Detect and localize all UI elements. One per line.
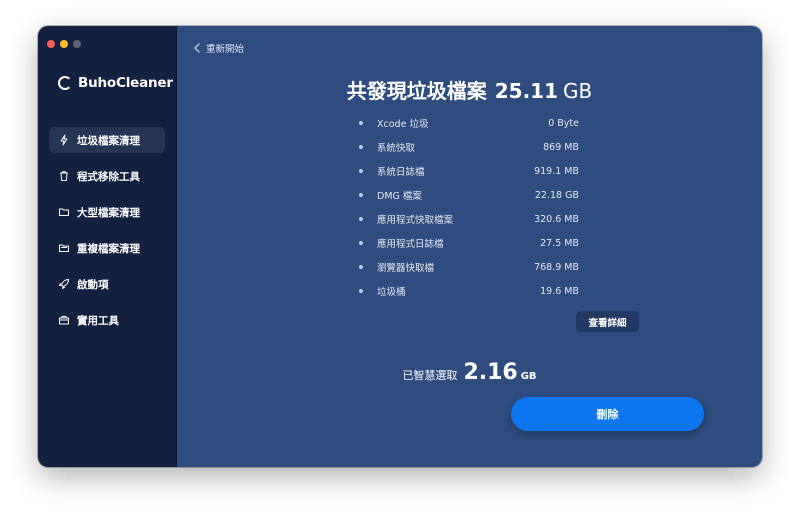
sidebar-item-label: 啟動項 — [77, 278, 109, 291]
list-item: 瀏覽器快取檔 768.9 MB — [359, 255, 579, 279]
list-item-label: 系統快取 — [377, 143, 416, 154]
list-item: 垃圾桶 19.6 MB — [359, 279, 579, 303]
bullet-dot — [359, 145, 363, 149]
sidebar-item-toolkit[interactable]: 實用工具 — [49, 307, 165, 333]
bullet-dot — [359, 289, 363, 293]
list-item: 系統日誌檔 919.1 MB — [359, 159, 579, 183]
delete-button[interactable]: 刪除 — [511, 397, 704, 431]
sidebar-item-startup-items[interactable]: 啟動項 — [49, 271, 165, 297]
sidebar-item-label: 重複檔案清理 — [77, 242, 140, 255]
bullet-dot — [359, 241, 363, 245]
sidebar-item-junk-cleaner[interactable]: 垃圾檔案清理 — [49, 127, 165, 153]
list-item-size: 869 MB — [543, 141, 579, 153]
list-item-size: 320.6 MB — [534, 213, 579, 225]
list-item-size: 919.1 MB — [534, 165, 579, 177]
scan-result-title: 共發現垃圾檔案 — [346, 79, 487, 103]
list-item-size: 27.5 MB — [540, 237, 579, 249]
list-item: 系統快取 869 MB — [359, 135, 579, 159]
bullet-dot — [359, 121, 363, 125]
list-item-size: 768.9 MB — [534, 261, 579, 273]
restart-label: 重新開始 — [206, 43, 245, 55]
smart-selected-label: 已智慧選取 — [402, 369, 458, 382]
lightning-icon — [58, 134, 70, 146]
bullet-dot — [359, 265, 363, 269]
list-item: DMG 檔案 22.18 GB — [359, 183, 579, 207]
chevron-left-icon — [193, 38, 201, 57]
sidebar-item-large-files[interactable]: 大型檔案清理 — [49, 199, 165, 225]
folder-icon — [58, 206, 70, 218]
minimize-window-button[interactable] — [60, 40, 68, 48]
smart-selected-summary: 已智慧選取 2.16 GB — [177, 360, 762, 385]
restart-button[interactable]: 重新開始 — [193, 38, 244, 57]
window-controls — [47, 40, 81, 48]
list-item-label: Xcode 垃圾 — [377, 119, 429, 130]
list-item: 應用程式日誌檔 27.5 MB — [359, 231, 579, 255]
list-item: Xcode 垃圾 0 Byte — [359, 111, 579, 135]
total-size-value: 25.11 — [494, 79, 559, 103]
zoom-window-button[interactable] — [73, 40, 81, 48]
sidebar-item-label: 實用工具 — [77, 314, 119, 327]
folder-duplicate-icon — [58, 242, 70, 254]
view-details-button[interactable]: 查看詳細 — [576, 311, 639, 332]
bullet-dot — [359, 193, 363, 197]
app-window: BuhoCleaner 垃圾檔案清理 程式移除工具 大型檔案清理 重複檔案清理 … — [38, 26, 762, 467]
sidebar: BuhoCleaner 垃圾檔案清理 程式移除工具 大型檔案清理 重複檔案清理 … — [38, 26, 177, 467]
toolbox-icon — [58, 314, 70, 326]
total-size-unit: GB — [563, 79, 593, 103]
list-item: 應用程式快取檔案 320.6 MB — [359, 207, 579, 231]
trash-icon — [58, 170, 70, 182]
main-panel: 重新開始 共發現垃圾檔案 25.11 GB Xcode 垃圾 0 Byte 系統快取… — [177, 26, 762, 467]
list-item-label: 瀏覽器快取檔 — [377, 263, 435, 274]
logo-icon — [58, 76, 72, 90]
sidebar-item-label: 程式移除工具 — [77, 170, 140, 183]
list-item-size: 0 Byte — [548, 117, 579, 129]
rocket-icon — [58, 278, 70, 290]
app-name: BuhoCleaner — [78, 75, 173, 91]
sidebar-nav: 垃圾檔案清理 程式移除工具 大型檔案清理 重複檔案清理 啟動項 實用工具 — [49, 127, 165, 343]
junk-list: Xcode 垃圾 0 Byte 系統快取 869 MB 系統日誌檔 919.1 … — [359, 111, 579, 303]
list-item-label: DMG 檔案 — [377, 191, 422, 202]
smart-selected-value: 2.16 — [463, 360, 518, 385]
list-item-label: 垃圾桶 — [377, 287, 406, 298]
list-item-size: 19.6 MB — [540, 285, 579, 297]
sidebar-item-duplicate-files[interactable]: 重複檔案清理 — [49, 235, 165, 261]
sidebar-item-app-uninstaller[interactable]: 程式移除工具 — [49, 163, 165, 189]
sidebar-item-label: 垃圾檔案清理 — [77, 134, 140, 147]
close-window-button[interactable] — [47, 40, 55, 48]
smart-selected-unit: GB — [520, 371, 537, 382]
list-item-label: 應用程式日誌檔 — [377, 239, 444, 250]
scan-result-heading: 共發現垃圾檔案 25.11 GB — [177, 75, 762, 104]
list-item-size: 22.18 GB — [534, 189, 579, 201]
app-logo: BuhoCleaner — [58, 75, 173, 91]
list-item-label: 系統日誌檔 — [377, 167, 425, 178]
bullet-dot — [359, 217, 363, 221]
list-item-label: 應用程式快取檔案 — [377, 215, 454, 226]
bullet-dot — [359, 169, 363, 173]
sidebar-item-label: 大型檔案清理 — [77, 206, 140, 219]
